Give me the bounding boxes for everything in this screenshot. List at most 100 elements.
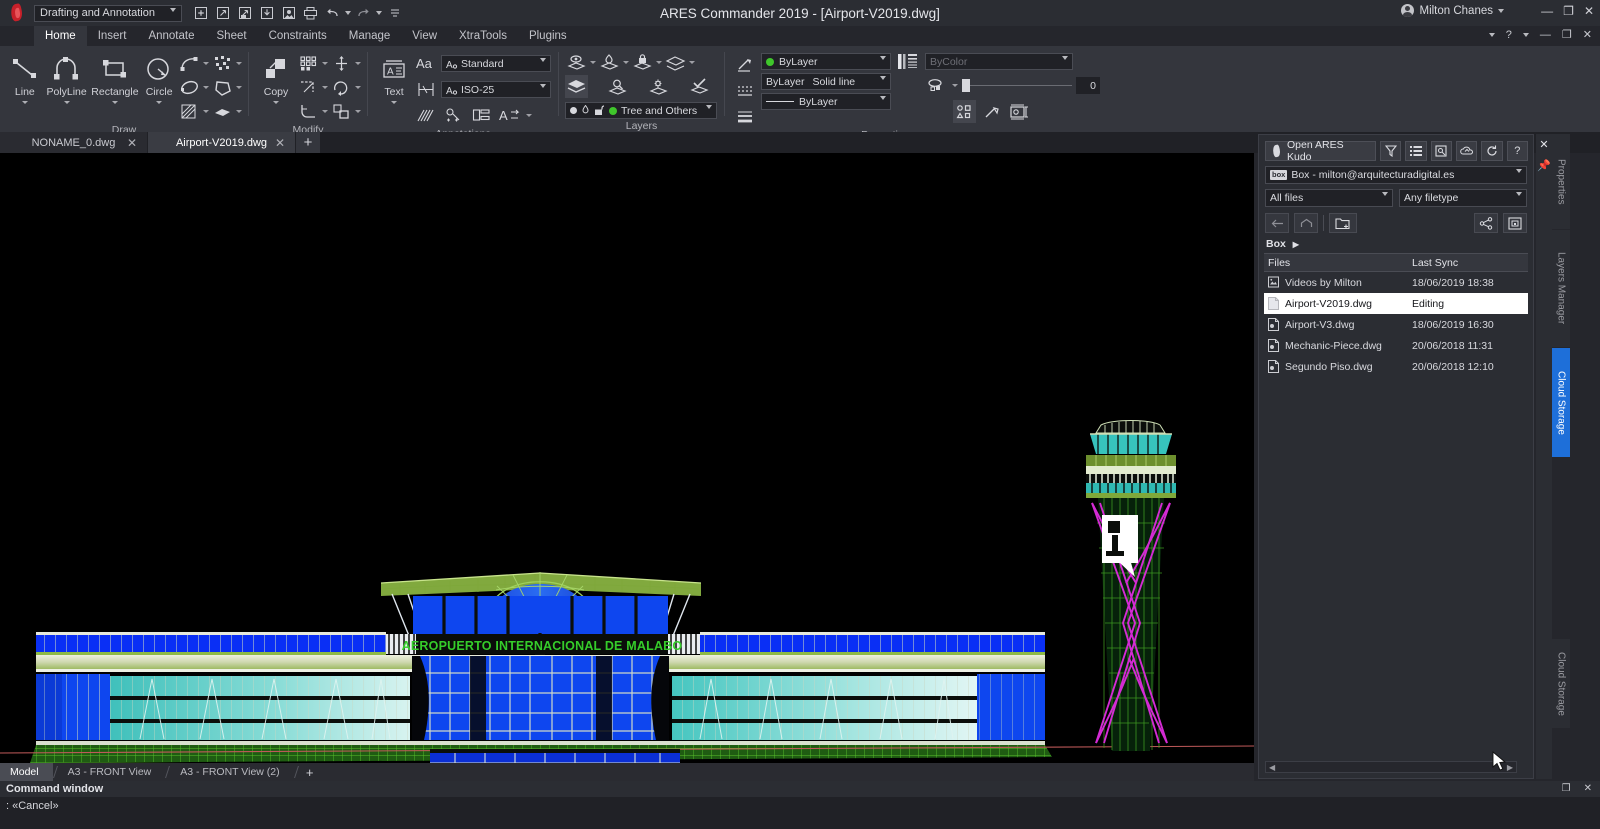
chevron-down-icon[interactable] [273, 101, 279, 104]
breadcrumb-root[interactable]: Box [1266, 238, 1286, 250]
hatch-icon[interactable] [178, 100, 201, 123]
file-row-airport-v3[interactable]: Airport-V3.dwg 18/06/2019 16:30 [1264, 314, 1528, 335]
saveas-icon[interactable] [257, 4, 276, 23]
chevron-down-icon[interactable] [21, 101, 28, 104]
move-icon[interactable] [330, 52, 353, 75]
layer-freeze-dropdown-icon[interactable] [623, 61, 629, 64]
side-tab-properties[interactable]: Properties [1552, 134, 1570, 230]
file-filter-combo[interactable]: All files [1265, 189, 1393, 208]
layer-visibility-icon[interactable] [565, 51, 588, 74]
layer-settings-icon[interactable] [647, 75, 670, 98]
document-tab-noname[interactable]: NONAME_0.dwg ✕ [0, 132, 148, 153]
array-dropdown-icon[interactable] [322, 62, 328, 65]
ribbon-collapse-icon[interactable] [1488, 32, 1495, 37]
document-tab-airport[interactable]: Airport-V2019.dwg ✕ [148, 132, 296, 153]
lineweight-combo[interactable]: ByLayer [761, 93, 891, 112]
chevron-down-icon[interactable] [111, 101, 118, 104]
doc-close-button[interactable]: ✕ [1583, 28, 1592, 41]
match-properties-icon[interactable] [981, 100, 1004, 123]
help-icon[interactable]: ? [1506, 29, 1512, 41]
layer-visibility-dropdown-icon[interactable] [590, 61, 596, 64]
hatch-dropdown-icon[interactable] [202, 110, 209, 113]
fillet-dropdown-icon[interactable] [322, 110, 328, 113]
draw-circle-button[interactable]: Circle [140, 49, 178, 104]
layout-tab-a3-front-view[interactable]: A3 - FRONT View [57, 763, 166, 781]
layout-tab-model[interactable]: Model [0, 763, 53, 781]
new-document-tab-button[interactable]: + [296, 132, 320, 153]
filter-icon[interactable] [1379, 141, 1402, 161]
refresh-icon[interactable] [1481, 141, 1503, 161]
trim-icon[interactable] [297, 76, 320, 99]
rotate-dropdown-icon[interactable] [355, 86, 361, 89]
user-account[interactable]: Milton Chanes [1401, 4, 1504, 17]
dimension-icon[interactable] [442, 104, 465, 127]
scale-dropdown-icon[interactable] [355, 110, 361, 113]
transparency-combo[interactable]: ByColor [925, 53, 1073, 72]
polygon-icon[interactable] [211, 76, 234, 99]
cloud-account-combo[interactable]: box Box - milton@arquitecturadigital.es [1265, 166, 1527, 185]
layer-state-icon[interactable] [606, 75, 629, 98]
cloud-panel-horizontal-scrollbar[interactable]: ◀ ▶ [1265, 761, 1517, 773]
new-icon[interactable] [191, 4, 210, 23]
ribbon-tab-annotate[interactable]: Annotate [137, 26, 205, 46]
file-row-mechanic-piece[interactable]: Mechanic-Piece.dwg 20/06/2018 11:31 [1264, 335, 1528, 356]
file-row-segundo-piso[interactable]: Segundo Piso.dwg 20/06/2018 12:10 [1264, 356, 1528, 377]
modify-copy-button[interactable]: Copy [255, 49, 297, 104]
scroll-left-arrow-icon[interactable]: ◀ [1266, 763, 1278, 772]
preview-icon[interactable] [1430, 141, 1452, 161]
undo-dropdown-icon[interactable] [345, 11, 351, 15]
array-icon[interactable] [297, 52, 320, 75]
close-icon[interactable]: ✕ [1536, 138, 1552, 151]
export-icon[interactable] [279, 4, 298, 23]
help-icon[interactable]: ? [1506, 141, 1528, 161]
ribbon-tab-plugins[interactable]: Plugins [518, 26, 578, 46]
side-tab-layers-manager[interactable]: Layers Manager [1552, 230, 1570, 348]
home-icon[interactable] [1294, 213, 1318, 233]
new-folder-icon[interactable] [1329, 213, 1357, 233]
doc-minimize-button[interactable]: — [1540, 29, 1551, 41]
draw-polyline-button[interactable]: PolyLine [44, 49, 90, 104]
ellipse-icon[interactable] [178, 76, 201, 99]
open-ares-kudo-button[interactable]: Open ARES Kudo [1265, 139, 1376, 163]
file-row-videos-by-milton[interactable]: Videos by Milton 18/06/2019 18:38 [1264, 272, 1528, 293]
layer-on-icon[interactable] [570, 107, 577, 114]
ribbon-tab-insert[interactable]: Insert [87, 26, 138, 46]
breadcrumb[interactable]: Box ▶ [1259, 233, 1533, 253]
close-icon[interactable]: ✕ [275, 136, 285, 150]
minimize-button[interactable]: — [1541, 3, 1553, 19]
redo-icon[interactable] [354, 4, 373, 23]
list-view-icon[interactable] [1405, 141, 1427, 161]
layer-match-icon[interactable] [688, 75, 711, 98]
layer-lock-icon[interactable] [631, 51, 654, 74]
layers-manager-icon[interactable] [565, 75, 588, 98]
new-layout-button[interactable]: + [299, 763, 321, 781]
close-icon[interactable]: ✕ [127, 136, 137, 150]
save-icon[interactable] [235, 4, 254, 23]
dimension-style-combo[interactable]: A ISO-25 [441, 81, 551, 100]
ellipse-dropdown-icon[interactable] [202, 86, 209, 89]
points-dropdown-icon[interactable] [235, 62, 242, 65]
undo-icon[interactable] [323, 4, 342, 23]
trim-dropdown-icon[interactable] [322, 86, 328, 89]
annotations-dropdown-icon[interactable] [526, 114, 532, 117]
layer-isolate-dropdown-icon[interactable] [689, 61, 695, 64]
column-last-sync[interactable]: Last Sync [1412, 257, 1528, 269]
arc-dropdown-icon[interactable] [202, 62, 209, 65]
move-dropdown-icon[interactable] [355, 62, 361, 65]
properties-icon[interactable] [953, 100, 976, 123]
share-icon[interactable] [1474, 213, 1498, 233]
file-row-airport-v2019[interactable]: Airport-V2019.dwg Editing [1264, 293, 1528, 314]
color-combo[interactable]: ByLayer [761, 53, 891, 72]
doc-restore-button[interactable]: ❐ [1562, 28, 1572, 41]
command-restore-button[interactable]: ❐ [1562, 783, 1571, 794]
customize-qat-icon[interactable] [385, 4, 404, 23]
workspace-selector[interactable]: Drafting and Annotation [34, 4, 182, 24]
ribbon-tab-view[interactable]: View [401, 26, 448, 46]
points-icon[interactable] [211, 52, 234, 75]
annotation-text-button[interactable]: A Text [374, 49, 414, 104]
gradient-dropdown-icon[interactable] [235, 110, 242, 113]
text-style-icon[interactable]: Aa [414, 52, 437, 75]
polygon-dropdown-icon[interactable] [235, 86, 242, 89]
ribbon-tab-xtratools[interactable]: XtraTools [448, 26, 518, 46]
command-close-button[interactable]: ✕ [1584, 783, 1592, 794]
